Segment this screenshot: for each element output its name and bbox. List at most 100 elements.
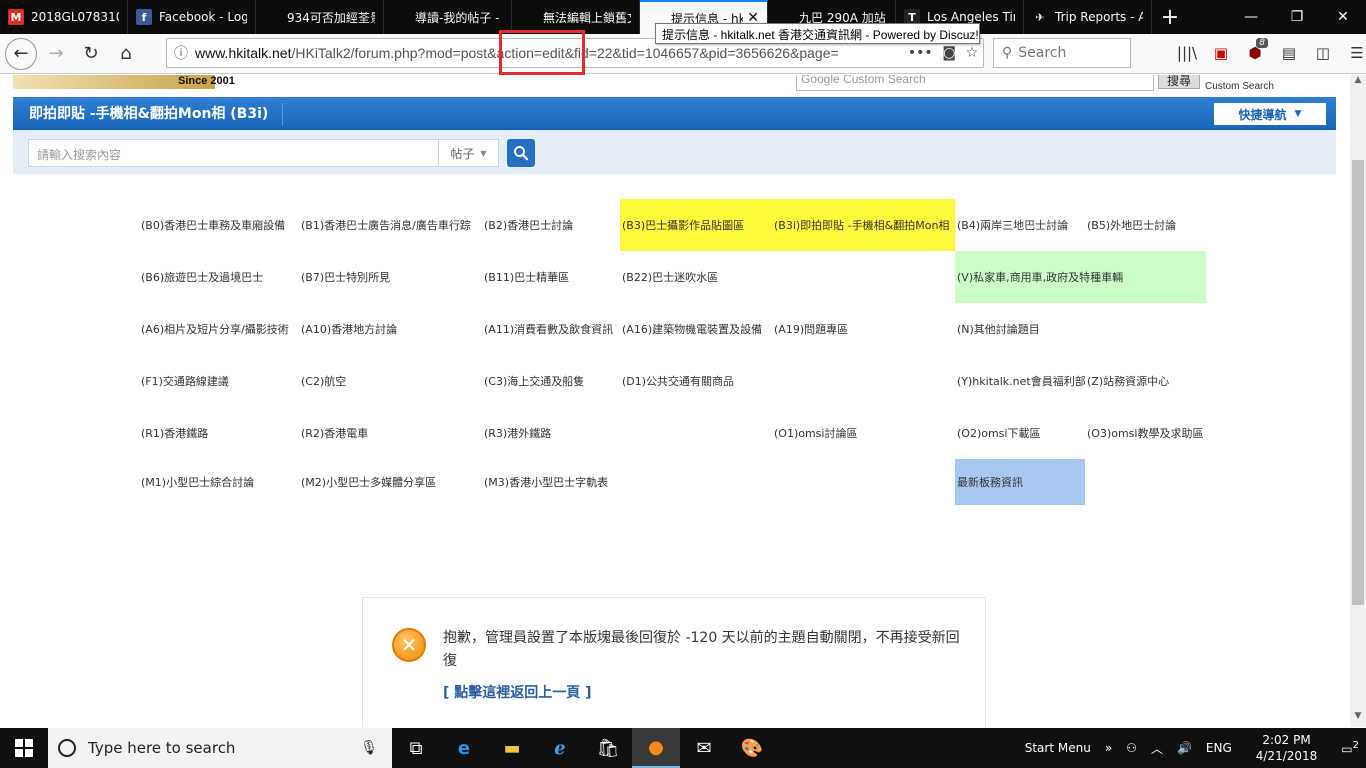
board-link[interactable]: (N)其他討論題目 xyxy=(955,303,1085,355)
tray-up-icon[interactable]: ︿ xyxy=(1144,740,1170,757)
microphone-icon[interactable]: 🎙 xyxy=(360,740,378,756)
board-link[interactable]: (B22)巴士迷吹水區 xyxy=(620,251,772,303)
scroll-down-icon[interactable]: ▼ xyxy=(1350,711,1366,727)
page-scrollbar[interactable]: ▲ ▼ xyxy=(1350,75,1366,727)
google-search-input[interactable]: Google Custom Search xyxy=(796,75,1154,91)
pocket-extension-icon[interactable]: ▣ xyxy=(1204,44,1238,62)
ublock-icon[interactable]: ⬢ 8 xyxy=(1238,38,1272,62)
board-link[interactable]: (B1)香港巴士廣告消息/廣告車行踪 xyxy=(299,199,482,251)
board-link[interactable]: (M2)小型巴士多媒體分享區 xyxy=(299,459,482,505)
tab-title: 934可否加經荃景圍去 xyxy=(287,10,375,25)
taskbar-search-box[interactable]: Type here to search 🎙 xyxy=(48,728,392,768)
system-tray: Start Menu » ⚇ ︿ 🔊 ENG 2:02 PM 4/21/2018 … xyxy=(1018,728,1366,768)
bookmark-star-icon[interactable]: ☆ xyxy=(966,45,979,61)
info-icon[interactable]: ⓘ xyxy=(167,43,195,63)
people-icon[interactable]: ⚇ xyxy=(1119,741,1144,755)
board-link[interactable]: (O2)omsi下載區 xyxy=(955,407,1085,459)
library-icon[interactable]: |||\ xyxy=(1170,44,1204,62)
menu-icon[interactable]: ☰ xyxy=(1340,44,1366,62)
board-link[interactable]: (O3)omsi教學及求助區 xyxy=(1085,407,1207,459)
notification-count: 2 xyxy=(1352,740,1359,751)
windows-start-button[interactable] xyxy=(0,728,48,768)
board-link[interactable]: (B3i)即拍即貼 -手機相&翻拍Mon相 xyxy=(772,199,955,251)
tab-title: 導讀-我的帖子 - hkit xyxy=(415,10,503,25)
volume-icon[interactable]: 🔊 xyxy=(1170,741,1199,755)
internet-explorer-icon[interactable]: ℯ xyxy=(536,728,584,768)
scroll-up-icon[interactable]: ▲ xyxy=(1350,75,1366,91)
tab-title: Trip Reports - Ai xyxy=(1055,10,1143,24)
board-link[interactable]: (B4)兩岸三地巴士討論 xyxy=(955,199,1085,251)
mail-icon[interactable]: ✉ xyxy=(680,728,728,768)
task-view-icon[interactable]: ⧉ xyxy=(392,728,440,768)
new-tab-button[interactable]: + xyxy=(1152,0,1188,34)
board-link[interactable]: 最新板務資訊 xyxy=(955,459,1085,505)
board-link[interactable]: (B5)外地巴士討論 xyxy=(1085,199,1207,251)
forward-icon[interactable]: → xyxy=(40,38,72,70)
browser-tab[interactable]: M 2018GL078310 (E xyxy=(0,0,128,34)
board-link[interactable]: (M3)香港小型巴士字軌表 xyxy=(482,459,620,505)
return-link[interactable]: [ 點擊這裡返回上一頁 ] xyxy=(443,682,592,702)
board-link[interactable]: (Z)站務資源中心 xyxy=(1085,355,1207,407)
board-link[interactable]: (F1)交通路線建議 xyxy=(139,355,299,407)
board-link[interactable]: (B2)香港巴士討論 xyxy=(482,199,620,251)
board-link[interactable]: (B6)旅遊巴士及過境巴士 xyxy=(139,251,299,303)
board-link[interactable]: (A16)建築物機電裝置及設備 xyxy=(620,303,772,355)
paint-icon[interactable]: 🎨 xyxy=(728,728,776,768)
window-controls: — ❐ ✕ xyxy=(1228,0,1366,34)
language-indicator[interactable]: ENG xyxy=(1199,741,1239,755)
extension-badge: 8 xyxy=(1256,38,1268,48)
browser-tab[interactable]: ✈ Trip Reports - Ai xyxy=(1024,0,1152,34)
board-link[interactable]: (M1)小型巴士綜合討論 xyxy=(139,459,299,505)
tab-title: Los Angeles Tim xyxy=(927,10,1015,24)
forum-search-input[interactable]: 請輸入搜索內容 xyxy=(28,139,440,167)
screenshot-icon[interactable]: ◫ xyxy=(1306,44,1340,62)
board-link[interactable]: (C3)海上交通及船隻 xyxy=(482,355,620,407)
close-window-icon[interactable]: ✕ xyxy=(1320,0,1366,34)
board-link[interactable]: (B11)巴士精華區 xyxy=(482,251,620,303)
board-link[interactable]: (R1)香港鐵路 xyxy=(139,407,299,459)
page-actions-icon[interactable]: ••• xyxy=(908,45,933,61)
browser-tab[interactable]: 導讀-我的帖子 - hkit xyxy=(384,0,512,34)
board-link[interactable]: (R3)港外鐵路 xyxy=(482,407,620,459)
store-icon[interactable]: 🛍 xyxy=(584,728,632,768)
edge-icon[interactable]: e xyxy=(440,728,488,768)
board-link[interactable]: (A19)問題專區 xyxy=(772,303,955,355)
board-link[interactable]: (C2)航空 xyxy=(299,355,482,407)
quick-nav-label: 快捷導航 xyxy=(1238,107,1287,122)
browser-search-box[interactable]: ⚲ Search xyxy=(993,38,1131,68)
forum-search-button[interactable] xyxy=(507,139,535,167)
forum-title[interactable]: 即拍即貼 -手機相&翻拍Mon相 (B3i) xyxy=(13,102,284,125)
start-menu-label[interactable]: Start Menu xyxy=(1018,741,1098,755)
notification-icon[interactable]: ▭2 xyxy=(1334,740,1366,756)
board-link[interactable]: (A6)相片及短片分享/攝影技術 xyxy=(139,303,299,355)
board-link[interactable]: (V)私家車,商用車,政府及特種車輛 xyxy=(955,251,1206,303)
firefox-icon[interactable]: ● xyxy=(632,728,680,768)
browser-tab[interactable]: f Facebook - Log I xyxy=(128,0,256,34)
pocket-icon[interactable]: ◙ xyxy=(942,45,956,61)
quick-nav-button[interactable]: 快捷導航 ▼ xyxy=(1214,103,1326,125)
board-link[interactable]: (A11)消費看數及飲食資訊 xyxy=(482,303,620,355)
board-link[interactable]: (B3)巴士攝影作品貼圖區 xyxy=(620,199,772,251)
minimize-icon[interactable]: — xyxy=(1228,0,1274,34)
board-link[interactable]: (B7)巴士特別所見 xyxy=(299,251,482,303)
board-link[interactable]: (B0)香港巴士車務及車廂設備 xyxy=(139,199,299,251)
board-link[interactable]: (D1)公共交通有關商品 xyxy=(620,355,772,407)
browser-tab[interactable]: 無法編輯上鎖舊文 - xyxy=(512,0,640,34)
reload-icon[interactable]: ↻ xyxy=(75,38,107,70)
restore-icon[interactable]: ❐ xyxy=(1274,0,1320,34)
board-link[interactable]: (A10)香港地方討論 xyxy=(299,303,482,355)
sidebar-icon[interactable]: ▤ xyxy=(1272,44,1306,62)
chevron-icon[interactable]: » xyxy=(1098,741,1119,755)
scroll-thumb[interactable] xyxy=(1352,160,1364,605)
search-type-select[interactable]: 帖子 ▼ xyxy=(438,139,499,167)
clock[interactable]: 2:02 PM 4/21/2018 xyxy=(1239,732,1335,764)
board-link[interactable]: (O1)omsi討論區 xyxy=(772,407,955,459)
board-link[interactable]: (Y)hkitalk.net會員福利部 xyxy=(955,355,1086,407)
home-icon[interactable]: ⌂ xyxy=(110,38,142,70)
search-icon xyxy=(514,146,529,161)
google-search-button[interactable]: 搜尋 xyxy=(1158,75,1200,89)
file-explorer-icon[interactable]: ▬ xyxy=(488,728,536,768)
browser-tab[interactable]: 934可否加經荃景圍去 xyxy=(256,0,384,34)
back-icon[interactable]: ← xyxy=(5,37,37,70)
board-link[interactable]: (R2)香港電車 xyxy=(299,407,482,459)
